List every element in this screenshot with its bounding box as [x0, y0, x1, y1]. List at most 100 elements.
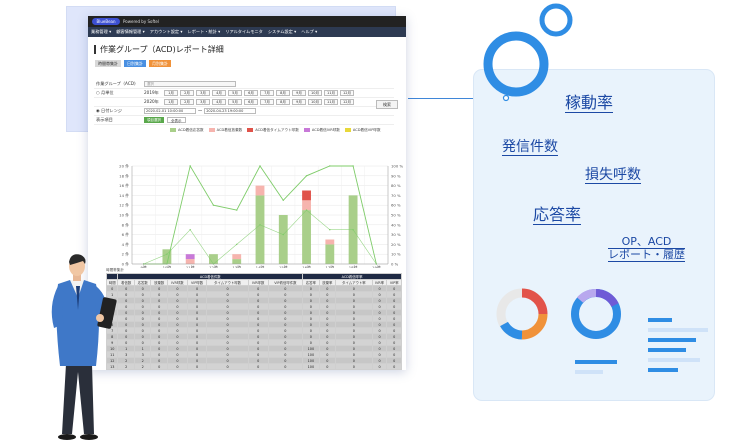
show-all-button[interactable]: 全表示 — [167, 117, 186, 123]
menu-item-realtime[interactable]: リアルタイムモニタ — [225, 29, 263, 35]
panel-bar-short — [575, 360, 617, 364]
menu-item-help[interactable]: ヘルプ ▾ — [301, 29, 317, 35]
table-cell: 0 — [386, 363, 402, 370]
table-cell: 0 — [150, 363, 168, 370]
rate-point — [329, 165, 331, 167]
chart-legend: ACD着信応答数 ACD着信放棄数 ACD着信タイムアウト呼数 ACD着信IVR呼数 A… — [170, 128, 381, 133]
range-radio[interactable]: ◉ 日付レンジ — [94, 108, 144, 114]
term-answer-rate: 応答率 — [533, 205, 582, 225]
month-button[interactable]: 3月 — [196, 99, 210, 105]
month-button[interactable]: 11月 — [324, 99, 338, 105]
legend-item[interactable]: ACD着信IVR呼数 — [303, 128, 340, 133]
month-button[interactable]: 12月 — [340, 90, 354, 96]
month-button[interactable]: 10月 — [308, 90, 322, 96]
title-bar: BlueBean Powered by Softel — [88, 16, 406, 27]
menu-item-system[interactable]: システム設定 ▾ — [268, 29, 296, 35]
y-tick-right: 100 % — [391, 164, 403, 169]
table-cell: 0 — [206, 363, 249, 370]
rate-point — [305, 175, 308, 177]
panel-bars — [648, 318, 712, 378]
y-tick-right: 10 % — [391, 252, 401, 257]
filter-form: 作業グループ（ACD) 選択 ○ 月単位 2019年 1月 2月 3月 4月 5月 6月 7… — [94, 80, 398, 125]
search-button[interactable]: 検索 — [376, 100, 398, 109]
panel-bar-short-2 — [575, 370, 603, 374]
bar-1 — [232, 254, 242, 260]
term-reports: OP、ACD レポート・履歴 — [608, 235, 685, 263]
month-button[interactable]: 9月 — [292, 90, 306, 96]
table-cell: 0 — [166, 363, 188, 370]
y-tick-right: 70 % — [391, 193, 401, 198]
y-tick-left: 10 件 — [119, 213, 129, 218]
daily-aggregation-button[interactable]: 日別集計 — [124, 60, 146, 67]
month-button[interactable]: 4月 — [212, 90, 226, 96]
month-button[interactable]: 2月 — [180, 90, 194, 96]
legend-item[interactable]: ACD着信応答数 — [170, 128, 204, 133]
menu-item-report[interactable]: レポート・統計 ▾ — [188, 29, 221, 35]
bar-0 — [232, 259, 242, 264]
table-cell: 0 — [186, 363, 208, 370]
month-button[interactable]: 8月 — [276, 90, 290, 96]
group-label: 作業グループ（ACD) — [96, 81, 136, 86]
month-button[interactable]: 1月 — [164, 90, 178, 96]
y-tick-right: 80 % — [391, 183, 401, 188]
month-button[interactable]: 5月 — [228, 90, 242, 96]
month-button[interactable]: 7月 — [260, 90, 274, 96]
month-button[interactable]: 1月 — [164, 99, 178, 105]
month-button[interactable]: 3月 — [196, 90, 210, 96]
term-report-history: レポート・履歴 — [608, 248, 685, 263]
month-button[interactable]: 9月 — [292, 99, 306, 105]
month-radio[interactable]: ○ 月単位 — [94, 90, 144, 96]
menu-item-customer[interactable]: 顧客情報管理 ▾ — [116, 29, 145, 35]
bar-0 — [255, 195, 265, 264]
bar-1 — [302, 200, 311, 211]
month-button[interactable]: 4月 — [212, 99, 226, 105]
legend-item[interactable]: ACD着信タイムアウト呼数 — [247, 128, 299, 133]
month-button[interactable]: 2月 — [180, 99, 194, 105]
month-button[interactable]: 11月 — [324, 90, 338, 96]
group-select[interactable]: 選択 — [144, 81, 236, 87]
rate-point — [259, 224, 261, 226]
rate-point — [189, 165, 191, 167]
legend-item[interactable]: ACD着信VIP呼数 — [344, 128, 381, 133]
bar-3 — [185, 254, 195, 260]
summary-table: 時間帯集計 ACD着信件数 ACD着信呼率 時間 着信数 応答数 放棄数 IVR呼数 VI… — [105, 268, 402, 370]
rate-point — [305, 209, 308, 211]
month-button[interactable]: 7月 — [260, 99, 274, 105]
table-cell: 0 — [371, 363, 388, 370]
y-tick-left: 20 件 — [119, 164, 129, 169]
month-buttons-1: 1月 2月 3月 4月 5月 6月 7月 8月 9月 10月 11月 12月 — [164, 90, 356, 96]
month-button[interactable]: 10月 — [308, 99, 322, 105]
legend-label: ACD着信タイムアウト呼数 — [255, 128, 299, 132]
y-tick-right: 60 % — [391, 203, 401, 208]
monthly-aggregation-button[interactable]: 月別集計 — [149, 60, 171, 67]
month-button[interactable]: 6月 — [244, 99, 258, 105]
range-to-input[interactable]: 2020-04-23 19:00:00 — [204, 108, 257, 114]
y-tick-right: 30 % — [391, 232, 401, 237]
rate-point — [352, 229, 354, 231]
menu-bar: 業務管理 ▾ 顧客情報管理 ▾ アカウント設定 ▾ レポート・統計 ▾ リアルタ… — [88, 27, 406, 37]
menu-item-account[interactable]: アカウント設定 ▾ — [150, 29, 183, 35]
y-tick-left: 6 件 — [122, 232, 130, 237]
range-from-input[interactable]: 2020-02-01 10:00:00 — [144, 108, 196, 114]
menu-item-business[interactable]: 業務管理 ▾ — [91, 29, 111, 35]
month-buttons-2: 1月 2月 3月 4月 5月 6月 7月 8月 9月 10月 11月 12月 — [164, 99, 356, 105]
table-cell: 100 — [302, 363, 320, 370]
y-tick-right: 0 % — [391, 262, 399, 267]
rate-point — [352, 165, 354, 167]
bar-0 — [325, 244, 335, 264]
legend-item[interactable]: ACD着信放棄数 — [208, 128, 242, 133]
aggregation-tabs: 時間帯集計 日別集計 月別集計 — [95, 60, 406, 67]
month-button[interactable]: 12月 — [340, 99, 354, 105]
month-button[interactable]: 5月 — [228, 99, 242, 105]
y-tick-left: 16 件 — [119, 183, 129, 188]
legend-label: ACD着信IVR呼数 — [311, 128, 340, 132]
month-button[interactable]: 6月 — [244, 90, 258, 96]
y-tick-left: 4 件 — [122, 242, 130, 247]
month-button[interactable]: 8月 — [276, 99, 290, 105]
table-cell: 2 — [133, 363, 152, 370]
range-separator: ～ — [198, 108, 203, 113]
range-label: 日付レンジ — [101, 108, 122, 113]
item-select-button[interactable]: 項目選択 — [144, 117, 164, 123]
decor-rings — [483, 3, 573, 102]
time-aggregation-button[interactable]: 時間帯集計 — [95, 60, 121, 67]
